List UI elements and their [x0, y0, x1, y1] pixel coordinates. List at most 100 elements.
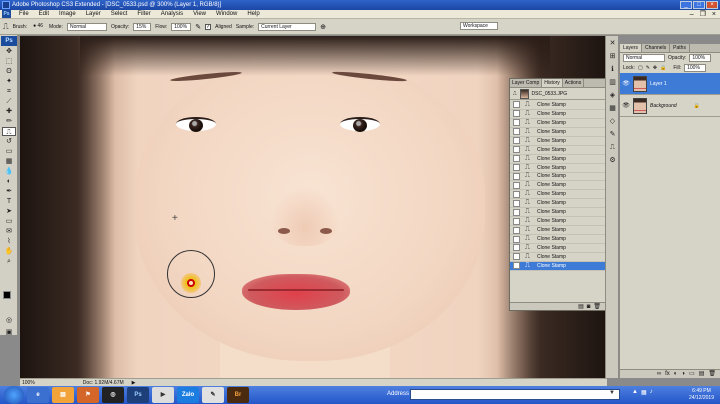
history-brush-source-checkbox[interactable] [513, 137, 520, 145]
menu-filter[interactable]: Filter [132, 10, 155, 19]
history-brush-tool-icon[interactable]: ↺ [2, 137, 16, 146]
history-brush-source-checkbox[interactable] [513, 208, 520, 216]
history-item[interactable]: ⎍ Clone Stamp [510, 164, 605, 173]
history-brush-source-checkbox[interactable] [513, 146, 520, 154]
menu-help[interactable]: Help [242, 10, 264, 19]
brush-picker[interactable]: ● 46 [31, 23, 45, 31]
lock-pixels-icon[interactable]: ✎ [646, 65, 650, 71]
network-icon[interactable]: ▦ [641, 389, 647, 396]
magic-wand-tool-icon[interactable]: ✦ [2, 77, 16, 86]
styles-icon[interactable]: ◇ [607, 117, 618, 127]
blur-tool-icon[interactable]: 💧 [2, 167, 16, 176]
doc-minimize-icon[interactable]: – [688, 10, 696, 19]
navigator-icon[interactable]: ⊞ [607, 52, 618, 62]
history-brush-source-checkbox[interactable] [513, 235, 520, 243]
history-item[interactable]: ⎍ Clone Stamp [510, 119, 605, 128]
address-input[interactable] [410, 389, 620, 400]
history-brush-source-checkbox[interactable] [513, 262, 520, 270]
eyedropper-tool-icon[interactable]: ⌇ [2, 237, 16, 246]
healing-brush-tool-icon[interactable]: ✚ [2, 107, 16, 116]
new-snapshot-icon[interactable]: ◙ [587, 303, 591, 310]
history-brush-source-checkbox[interactable] [513, 119, 520, 127]
doc-close-icon[interactable]: × [710, 10, 718, 19]
hand-tool-icon[interactable]: ✋ [2, 247, 16, 256]
clone-source-icon[interactable]: ⎍ [607, 143, 618, 153]
history-item[interactable]: ⎍ Clone Stamp [510, 146, 605, 155]
bridge-icon[interactable]: Br [227, 387, 249, 403]
lock-position-icon[interactable]: ✥ [653, 65, 657, 71]
fill-input[interactable]: 100% [684, 64, 707, 72]
history-item[interactable]: ⎍ Clone Stamp [510, 217, 605, 227]
history-brush-source-checkbox[interactable] [513, 128, 520, 136]
menu-file[interactable]: File [14, 10, 34, 19]
workspace-button[interactable]: Workspace [460, 22, 498, 30]
lock-transparency-icon[interactable]: ▢ [638, 65, 643, 71]
minimize-button[interactable]: _ [680, 1, 692, 9]
gradient-tool-icon[interactable]: ▦ [2, 157, 16, 166]
menu-edit[interactable]: Edit [34, 10, 54, 19]
airbrush-icon[interactable]: ✎ [195, 23, 201, 31]
mode-select[interactable]: Normal [66, 22, 107, 31]
delete-layer-icon[interactable]: 🗑 [708, 370, 716, 378]
lasso-tool-icon[interactable]: ʘ [2, 67, 16, 76]
adjustment-layer-icon[interactable]: ◑ [681, 370, 685, 378]
layer-row-layer-1[interactable]: 👁 Layer 1 [620, 73, 720, 95]
history-item[interactable]: ⎍ Clone Stamp [510, 235, 605, 244]
tab-layers[interactable]: Layers [620, 44, 643, 52]
panel-close-icon[interactable]: ✕ [607, 39, 618, 49]
history-brush-source-checkbox[interactable] [513, 181, 520, 189]
aligned-checkbox[interactable]: ✓ [205, 23, 212, 30]
menu-select[interactable]: Select [106, 10, 133, 19]
tab-history[interactable]: History [542, 79, 563, 87]
zalo-icon[interactable]: Zalo [177, 387, 199, 403]
history-brush-source-icon[interactable]: ⎍ [513, 91, 517, 97]
history-item[interactable]: ⎍ Clone Stamp [510, 190, 605, 200]
address-dropdown-icon[interactable]: ▼ [609, 390, 615, 396]
lock-all-icon[interactable]: 🔒 [660, 65, 666, 71]
move-tool-icon[interactable]: ✥ [2, 47, 16, 56]
notes-tool-icon[interactable]: ✉ [2, 227, 16, 236]
new-layer-icon[interactable]: ▤ [699, 370, 705, 378]
history-brush-source-checkbox[interactable] [513, 199, 520, 207]
tray-expand-icon[interactable]: ▲ [632, 389, 638, 396]
quick-mask-icon[interactable]: ◎ [2, 316, 16, 325]
marquee-tool-icon[interactable]: ⬚ [2, 57, 16, 66]
menu-window[interactable]: Window [211, 10, 242, 19]
visibility-eye-icon[interactable]: 👁 [622, 80, 630, 87]
tab-actions[interactable]: Actions [563, 79, 585, 87]
volume-icon[interactable]: ♪ [650, 389, 653, 396]
clone-stamp-tool-button[interactable]: ⎍ [2, 127, 16, 136]
history-snapshot[interactable]: ⎍ DSC_0533.JPG [510, 88, 605, 100]
history-item[interactable]: ⎍ Clone Stamp [510, 199, 605, 209]
pen-tool-icon[interactable]: ✒ [2, 187, 16, 196]
status-arrow-icon[interactable]: ▶ [132, 380, 136, 386]
slice-tool-icon[interactable]: ⟋ [2, 97, 16, 106]
history-item[interactable]: ⎍ Clone Stamp [510, 226, 605, 236]
history-item[interactable]: ⎍ Clone Stamp [510, 155, 605, 164]
color-icon[interactable]: ◈ [607, 91, 618, 101]
menu-image[interactable]: Image [54, 10, 81, 19]
maximize-button[interactable]: □ [693, 1, 705, 9]
zoom-level[interactable]: 100% [22, 380, 35, 386]
doc-restore-icon[interactable]: ❐ [698, 10, 708, 19]
history-item[interactable]: ⎍ Clone Stamp [510, 244, 605, 253]
close-button[interactable]: × [706, 1, 718, 9]
brush-tool-icon[interactable]: ✏ [2, 117, 16, 126]
menu-view[interactable]: View [188, 10, 211, 19]
layer-row-background[interactable]: 👁 Background 🔒 [620, 95, 720, 117]
trash-icon[interactable]: 🗑 [593, 303, 601, 310]
tab-paths[interactable]: Paths [670, 44, 690, 52]
clone-stamp-tool-icon[interactable]: ⎍ [3, 22, 9, 32]
sample-all-layers-icon[interactable]: ⊕ [320, 23, 326, 31]
path-selection-tool-icon[interactable]: ➤ [2, 207, 16, 216]
info-icon[interactable]: ℹ [607, 65, 618, 75]
tab-layer-comps[interactable]: Layer Comp [510, 79, 543, 87]
history-item[interactable]: ⎍ Clone Stamp [510, 262, 605, 271]
blend-mode-select[interactable]: Normal [623, 54, 665, 62]
flow-input[interactable]: 100% [171, 22, 192, 31]
crop-tool-icon[interactable]: ⌗ [2, 87, 16, 96]
shape-tool-icon[interactable]: ▭ [2, 217, 16, 226]
history-brush-source-checkbox[interactable] [513, 172, 520, 180]
camera-app-icon[interactable]: ◎ [102, 387, 124, 403]
menu-analysis[interactable]: Analysis [156, 10, 188, 19]
